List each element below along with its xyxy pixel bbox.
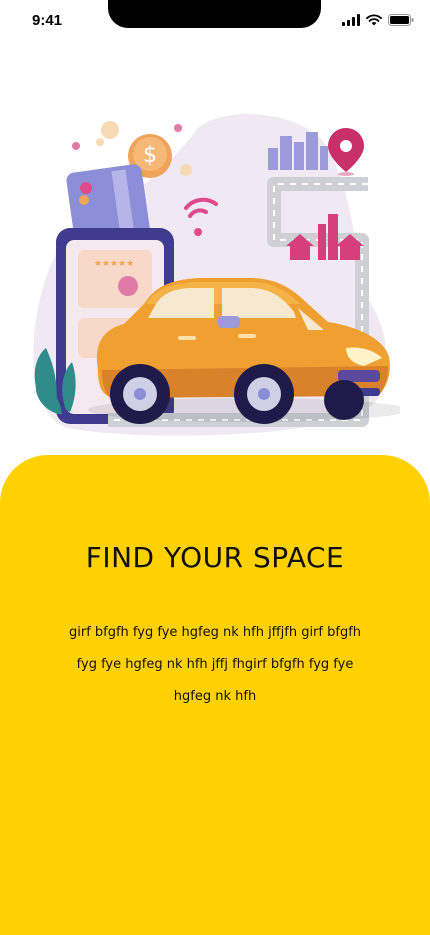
status-bar: 9:41 bbox=[0, 0, 430, 44]
hero-illustration: $ ★★★★★ bbox=[33, 114, 400, 436]
signal-icon bbox=[342, 14, 360, 26]
wifi-icon bbox=[366, 14, 382, 26]
notch bbox=[108, 0, 321, 28]
battery-icon bbox=[388, 14, 414, 26]
status-icons bbox=[342, 14, 414, 26]
onboarding-description: girf bfgfh fyg fye hgfeg nk hfh jffjfh g… bbox=[68, 625, 362, 704]
svg-text:$: $ bbox=[143, 143, 157, 168]
onboarding-panel: FIND YOUR SPACE girf bfgfh fyg fye hgfeg… bbox=[0, 455, 430, 935]
onboarding-title: FIND YOUR SPACE bbox=[85, 541, 345, 574]
status-time: 9:41 bbox=[32, 12, 63, 29]
svg-text:★★★★★: ★★★★★ bbox=[94, 259, 134, 269]
